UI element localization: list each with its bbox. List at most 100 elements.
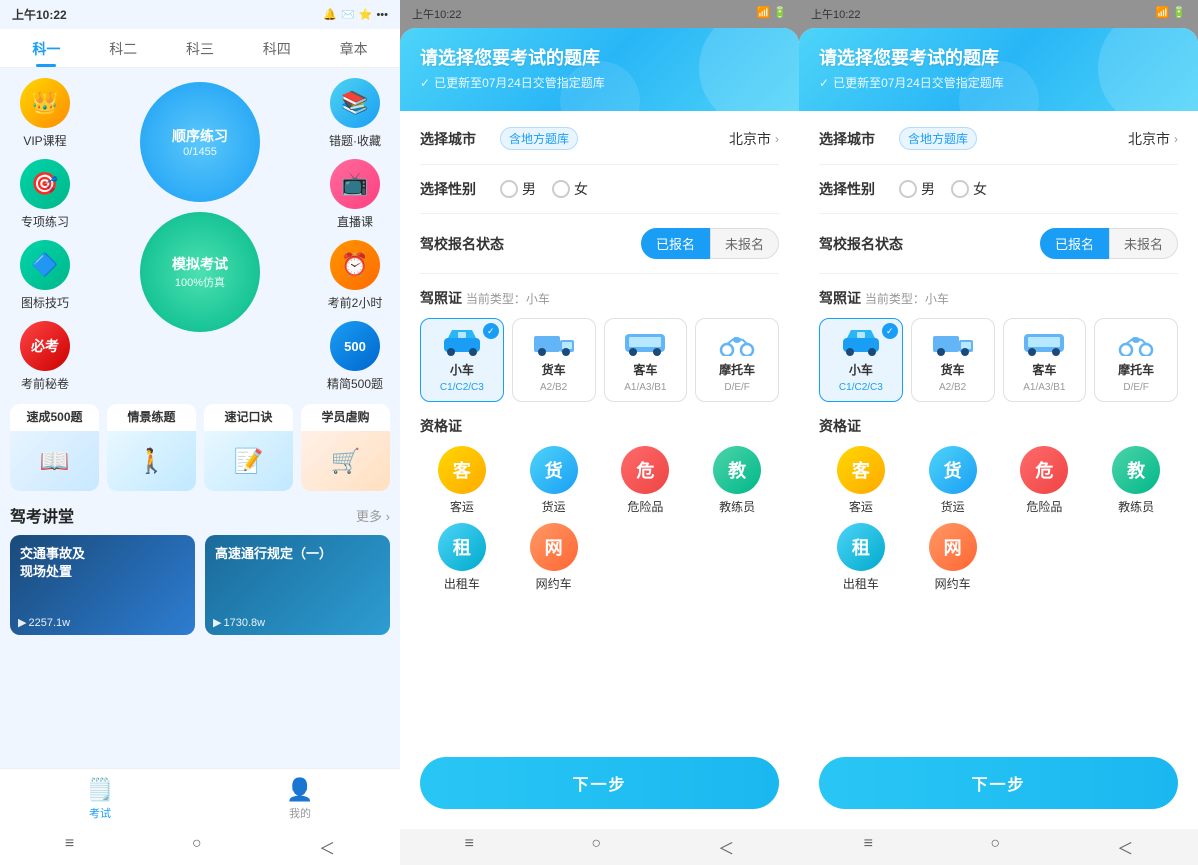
- modal2-moto-icon: [1114, 327, 1158, 357]
- tab-zb[interactable]: 章本: [315, 29, 392, 67]
- modal2-subtitle: ✓ 已更新至07月24日交管指定题库: [819, 74, 1178, 91]
- modal2-cert-rideshare[interactable]: 网 网约车: [911, 523, 995, 592]
- modal1-cert-coach[interactable]: 教 教练员: [695, 446, 779, 515]
- modal2-license-moto[interactable]: 摩托车 D/E/F: [1094, 318, 1178, 402]
- cert-freight-icon: 货: [530, 446, 578, 494]
- tab-k3[interactable]: 科三: [162, 29, 239, 67]
- modal1-sys-home[interactable]: ○: [591, 835, 601, 859]
- tab-k1[interactable]: 科一: [8, 29, 85, 67]
- modal2-cert-taxi[interactable]: 租 出租车: [819, 523, 903, 592]
- quick-500-label: 速成500题: [26, 404, 82, 431]
- modal1-radio-male[interactable]: 男: [500, 179, 536, 199]
- app-sys-nav: ≡ ○ ＜: [0, 829, 400, 865]
- modal1-cert-passenger[interactable]: 客 客运: [420, 446, 504, 515]
- video-card-2[interactable]: 高速通行规定（一） ▶1730.8w: [205, 535, 390, 635]
- mock-exam-button[interactable]: 模拟考试 100%仿真: [140, 212, 260, 332]
- modal1-license-section: 驾照证 当前类型：小车 ✓: [420, 288, 779, 402]
- modal1-truck-sub: A2/B2: [540, 382, 567, 393]
- modal2-cert-passenger[interactable]: 客 客运: [819, 446, 903, 515]
- modal1-cert-grid-row1: 客 客运 货 货运 危 危险品 教 教练员: [420, 446, 779, 515]
- modal1-license-bus[interactable]: 客车 A1/A3/B1: [604, 318, 688, 402]
- modal2-license-bus[interactable]: 客车 A1/A3/B1: [1003, 318, 1087, 402]
- modal1-reg-row: 驾校报名状态 已报名 未报名: [420, 228, 779, 274]
- modal1-license-car[interactable]: ✓ 小车 C1/C2/C3: [420, 318, 504, 402]
- modal2-sys-home[interactable]: ○: [990, 835, 1000, 859]
- modal1-cert-rideshare[interactable]: 网 网约车: [512, 523, 596, 592]
- modal2-cert-danger[interactable]: 危 危险品: [1003, 446, 1087, 515]
- cert-rideshare-label: 网约车: [536, 575, 572, 592]
- sys-back[interactable]: ＜: [319, 835, 335, 859]
- feature-map[interactable]: 🔷 图标技巧: [10, 240, 80, 311]
- vip-label: VIP课程: [23, 132, 66, 149]
- modal1-sys-menu[interactable]: ≡: [465, 835, 474, 859]
- modal1-license-moto[interactable]: 摩托车 D/E/F: [695, 318, 779, 402]
- modal1-truck-icon: [532, 327, 576, 357]
- special-icon: 🎯: [20, 159, 70, 209]
- modal2-license-truck[interactable]: 货车 A2/B2: [911, 318, 995, 402]
- modal2-city-value[interactable]: 北京市 ›: [1128, 129, 1178, 149]
- quick-mnemo[interactable]: 速记口诀 📝: [204, 404, 293, 491]
- feature-secret[interactable]: 必考 考前秘卷: [10, 321, 80, 392]
- modal2-moto-sub: D/E/F: [1123, 382, 1149, 393]
- mock-title: 模拟考试: [172, 254, 228, 274]
- modal2-cert-freight[interactable]: 货 货运: [911, 446, 995, 515]
- modal1-cert-freight[interactable]: 货 货运: [512, 446, 596, 515]
- modal2-cert-coach[interactable]: 教 教练员: [1094, 446, 1178, 515]
- modal2-sys-menu[interactable]: ≡: [864, 835, 873, 859]
- tab-k4[interactable]: 科四: [238, 29, 315, 67]
- modal1-panel: 上午10:22 📶 🔋 请选择您要考试的题库 ✓ 已更新至07月24日交管指定题…: [400, 0, 799, 865]
- nav-me[interactable]: 👤 我的: [200, 777, 400, 821]
- q500-label: 精简500题: [327, 375, 383, 392]
- nav-exam[interactable]: 🗒️ 考试: [0, 777, 200, 821]
- modal2-reg-not-enrolled[interactable]: 未报名: [1109, 228, 1178, 259]
- modal1-reg-enrolled[interactable]: 已报名: [641, 228, 710, 259]
- sys-menu[interactable]: ≡: [65, 835, 74, 859]
- modal1-next-button[interactable]: 下一步: [420, 757, 779, 809]
- nav-tabs: 科一 科二 科三 科四 章本: [0, 29, 400, 68]
- sys-home[interactable]: ○: [192, 835, 202, 859]
- quick-scene[interactable]: 情景练题 🚶: [107, 404, 196, 491]
- cert-passenger-icon: 客: [438, 446, 486, 494]
- check2-icon: ✓: [819, 76, 829, 90]
- modal2-truck-sub: A2/B2: [939, 382, 966, 393]
- modal1-cert-taxi[interactable]: 租 出租车: [420, 523, 504, 592]
- modal1-moto-name: 摩托车: [719, 361, 755, 378]
- modal2-reg-enrolled[interactable]: 已报名: [1040, 228, 1109, 259]
- video-card-1[interactable]: 交通事故及现场处置 ▶2257.1w: [10, 535, 195, 635]
- modal2-sys-nav: ≡ ○ ＜: [799, 829, 1198, 865]
- quick-student[interactable]: 学员虐购 🛒: [301, 404, 390, 491]
- feature-special[interactable]: 🎯 专项练习: [10, 159, 80, 230]
- modal1-cert-danger[interactable]: 危 危险品: [604, 446, 688, 515]
- modal2-sys-back[interactable]: ＜: [1117, 835, 1133, 859]
- modal2-radio-female[interactable]: 女: [951, 179, 987, 199]
- sequential-practice-button[interactable]: 顺序练习 0/1455: [140, 82, 260, 202]
- modal2-license-section: 驾照证 当前类型：小车 ✓: [819, 288, 1178, 402]
- modal2-moto-name: 摩托车: [1118, 361, 1154, 378]
- check-icon: ✓: [420, 76, 430, 90]
- modal2-gender-content: 男 女: [899, 179, 1178, 199]
- quick-500[interactable]: 速成500题 📖: [10, 404, 99, 491]
- modal2-license-car[interactable]: ✓ 小车 C1/C2/C3: [819, 318, 903, 402]
- lecture-more[interactable]: 更多 ›: [356, 506, 390, 525]
- modal2-license-grid: ✓ 小车 C1/C2/C3: [819, 318, 1178, 402]
- modal2-footer: 下一步: [799, 741, 1198, 829]
- feature-live[interactable]: 📺 直播课: [320, 159, 390, 230]
- modal1-city-value[interactable]: 北京市 ›: [729, 129, 779, 149]
- modal1-reg-not-enrolled[interactable]: 未报名: [710, 228, 779, 259]
- feature-wrong[interactable]: 📚 错题·收藏: [320, 78, 390, 149]
- feature-exam2h[interactable]: ⏰ 考前2小时: [320, 240, 390, 311]
- modal1-license-truck[interactable]: 货车 A2/B2: [512, 318, 596, 402]
- tab-k2[interactable]: 科二: [85, 29, 162, 67]
- modal2-time: 上午10:22: [811, 6, 861, 22]
- modal2-next-button[interactable]: 下一步: [819, 757, 1178, 809]
- modal2-reg-content: 已报名 未报名: [903, 228, 1178, 259]
- feature-vip[interactable]: 👑 VIP课程: [10, 78, 80, 149]
- modal1-radio-female[interactable]: 女: [552, 179, 588, 199]
- modal2-reg-btns: 已报名 未报名: [1040, 228, 1178, 259]
- more-icon: •••: [376, 9, 388, 21]
- modal2-city-row: 选择城市 含地方题库 北京市 ›: [819, 127, 1178, 165]
- feature-q500[interactable]: 500 精简500题: [320, 321, 390, 392]
- modal1-sys-back[interactable]: ＜: [718, 835, 734, 859]
- modal2-radio-male[interactable]: 男: [899, 179, 935, 199]
- modal1-city-label: 选择城市: [420, 129, 500, 149]
